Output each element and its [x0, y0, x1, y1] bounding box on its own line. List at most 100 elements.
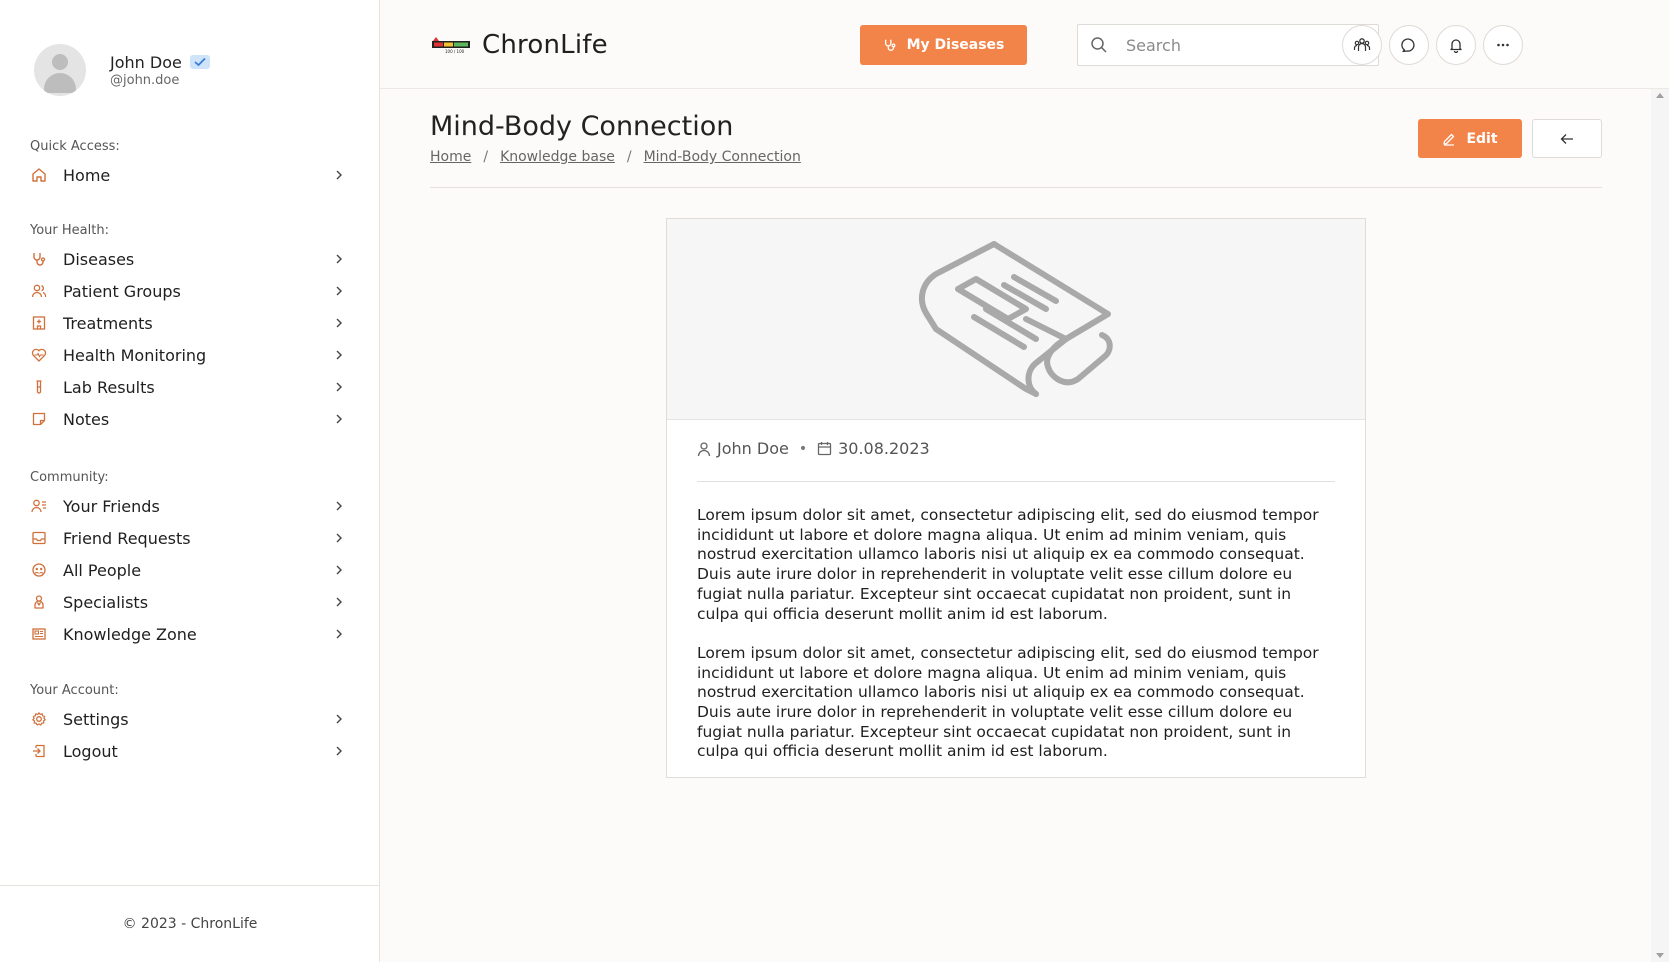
chevron-right-icon [332, 595, 346, 609]
nav-section-title: Your Health: [30, 223, 109, 238]
sidebar-item-label: Notes [63, 409, 110, 429]
breadcrumb-link-knowledge-base[interactable]: Knowledge base [500, 149, 615, 165]
sidebar-item-label: Your Friends [63, 496, 160, 516]
home-icon [30, 166, 48, 184]
user-profile[interactable]: John Doe @john.doe [34, 44, 210, 96]
chevron-right-icon [332, 627, 346, 641]
sidebar-item-treatments[interactable]: Treatments [30, 307, 350, 339]
specialist-icon [30, 593, 48, 611]
globe-people-icon [30, 561, 48, 579]
search-input[interactable] [1126, 35, 1366, 55]
users-icon [30, 282, 48, 300]
nav-section-title: Community: [30, 470, 109, 485]
chevron-right-icon [332, 744, 346, 758]
my-diseases-button[interactable]: My Diseases [860, 25, 1027, 65]
sidebar-item-knowledge-zone[interactable]: Knowledge Zone [30, 618, 350, 650]
chevron-right-icon [332, 563, 346, 577]
breadcrumb-separator: / [626, 149, 632, 165]
avatar[interactable] [34, 44, 86, 96]
article-image [667, 219, 1365, 420]
back-button[interactable] [1532, 119, 1602, 158]
topbar: 100 / 100 ChronLife My Diseases [380, 0, 1669, 89]
calendar-icon [817, 441, 832, 456]
sidebar-item-specialists[interactable]: Specialists [30, 586, 350, 618]
edit-button[interactable]: Edit [1418, 119, 1522, 158]
more-options-button[interactable] [1483, 25, 1523, 65]
arrow-left-icon [1560, 133, 1574, 145]
article-body: Lorem ipsum dolor sit amet, consectetur … [697, 506, 1337, 782]
scroll-down-arrow-icon[interactable] [1656, 953, 1664, 958]
article-paragraph: Lorem ipsum dolor sit amet, consectetur … [697, 643, 1319, 761]
hospital-icon [30, 314, 48, 332]
user-list-icon [30, 497, 48, 515]
test-tube-icon [30, 378, 48, 396]
logout-icon [30, 742, 48, 760]
messages-button[interactable] [1389, 25, 1429, 65]
sidebar-item-label: Lab Results [63, 377, 155, 397]
sidebar-item-friend-requests[interactable]: Friend Requests [30, 522, 350, 554]
heart-pulse-icon [30, 346, 48, 364]
sidebar-item-health-monitoring[interactable]: Health Monitoring [30, 339, 350, 371]
article-paragraph: Lorem ipsum dolor sit amet, consectetur … [697, 506, 1319, 623]
ellipsis-icon [1495, 37, 1511, 53]
article-meta: John Doe • 30.08.2023 [697, 439, 930, 458]
logo-badge: 100 / 100 [445, 49, 465, 54]
nav-section-your-health: Your Health: Diseases Patient Groups Tre… [30, 223, 350, 435]
user-icon [697, 441, 711, 457]
newspaper-icon [916, 239, 1116, 399]
sidebar-footer: © 2023 - ChronLife [0, 885, 380, 962]
people-group-icon [1353, 36, 1371, 54]
page-scrollbar[interactable] [1651, 89, 1669, 962]
article-card: John Doe • 30.08.2023 Lorem ipsum dolor … [666, 218, 1366, 778]
sidebar-item-label: Specialists [63, 592, 149, 612]
chevron-right-icon [332, 168, 346, 182]
sidebar-item-all-people[interactable]: All People [30, 554, 350, 586]
sidebar-item-label: All People [63, 560, 142, 580]
chevron-right-icon [332, 252, 346, 266]
stethoscope-icon [30, 250, 48, 268]
nav-section-your-account: Your Account: Settings Logout [30, 683, 350, 767]
scroll-up-arrow-icon[interactable] [1656, 93, 1664, 98]
nav-section-community: Community: Your Friends Friend Requests … [30, 470, 350, 650]
sidebar-item-label: Diseases [63, 249, 135, 269]
notifications-button[interactable] [1436, 25, 1476, 65]
sidebar-item-home[interactable]: Home [30, 159, 350, 191]
nav-section-title: Your Account: [30, 683, 119, 698]
breadcrumb-link-home[interactable]: Home [430, 149, 471, 165]
sidebar-item-notes[interactable]: Notes [30, 403, 350, 435]
note-icon [30, 410, 48, 428]
chevron-right-icon [332, 284, 346, 298]
article-date: 30.08.2023 [838, 439, 930, 458]
main-content: Mind-Body Connection Home / Knowledge ba… [380, 89, 1651, 962]
user-handle: @john.doe [110, 72, 180, 88]
sidebar-item-settings[interactable]: Settings [30, 703, 350, 735]
groups-button[interactable] [1342, 25, 1382, 65]
sidebar-item-label: Logout [63, 741, 118, 761]
sidebar-item-label: Treatments [63, 313, 153, 333]
breadcrumb-link-current[interactable]: Mind-Body Connection [644, 149, 801, 165]
nav-section-quick-access: Quick Access: Home [30, 139, 350, 191]
meta-separator: • [798, 440, 808, 457]
meta-divider [697, 481, 1335, 482]
sidebar: John Doe @john.doe Quick Access: Home Yo… [0, 0, 380, 962]
stethoscope-icon [883, 37, 897, 53]
sidebar-item-label: Health Monitoring [63, 345, 207, 365]
header-divider [430, 187, 1602, 188]
sidebar-item-your-friends[interactable]: Your Friends [30, 490, 350, 522]
sidebar-item-label: Friend Requests [63, 528, 191, 548]
search-box[interactable] [1077, 24, 1379, 66]
breadcrumb: Home / Knowledge base / Mind-Body Connec… [430, 149, 801, 165]
chevron-right-icon [332, 348, 346, 362]
sidebar-item-diseases[interactable]: Diseases [30, 243, 350, 275]
chat-bubble-icon [1401, 37, 1417, 53]
gear-icon [30, 710, 48, 728]
pencil-icon [1442, 132, 1456, 146]
app-logo[interactable]: 100 / 100 ChronLife [430, 30, 608, 60]
edit-label: Edit [1466, 130, 1498, 147]
sidebar-item-patient-groups[interactable]: Patient Groups [30, 275, 350, 307]
search-icon [1090, 36, 1108, 54]
sidebar-item-logout[interactable]: Logout [30, 735, 350, 767]
sidebar-item-label: Knowledge Zone [63, 624, 197, 644]
sidebar-item-lab-results[interactable]: Lab Results [30, 371, 350, 403]
page-title: Mind-Body Connection [430, 111, 734, 142]
